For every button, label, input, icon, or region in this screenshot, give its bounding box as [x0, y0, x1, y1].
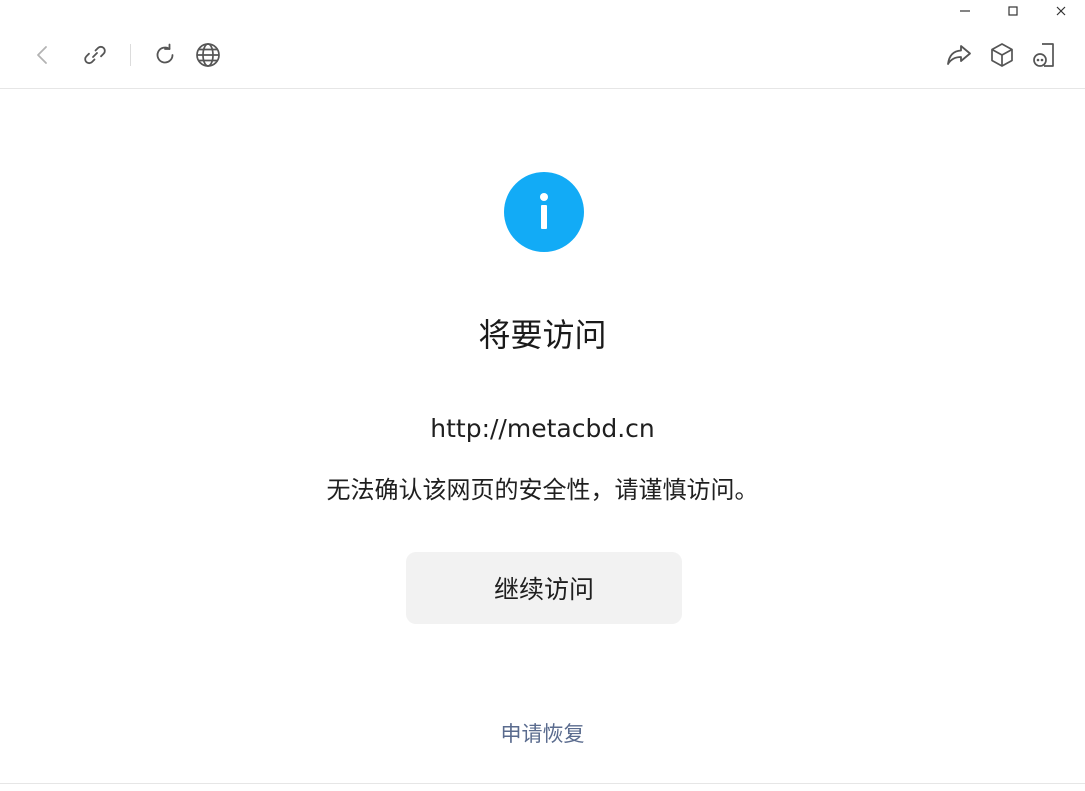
globe-icon: [196, 43, 220, 67]
cube-icon: [991, 43, 1013, 67]
back-button[interactable]: [26, 38, 60, 72]
back-arrow-icon: [37, 46, 47, 64]
browser-window: 将要访问 http://metacbd.cn 无法确认该网页的安全性，请谨慎访问…: [0, 0, 1085, 791]
minimize-icon: [960, 10, 970, 12]
cube-button[interactable]: [985, 38, 1019, 72]
refresh-button[interactable]: [148, 38, 182, 72]
close-button[interactable]: [1037, 0, 1085, 22]
bottom-divider: [0, 783, 1085, 784]
target-url: http://metacbd.cn: [430, 414, 655, 443]
page-title: 将要访问: [478, 316, 607, 354]
security-warning: 无法确认该网页的安全性，请谨慎访问。: [326, 476, 759, 504]
toolbar-separator: [130, 44, 131, 66]
main-content: 将要访问 http://metacbd.cn 无法确认该网页的安全性，请谨慎访问…: [0, 89, 1085, 783]
info-icon: [504, 172, 584, 252]
minimize-button[interactable]: [941, 0, 989, 22]
continue-button[interactable]: 继续访问: [406, 552, 682, 624]
refresh-icon: [156, 43, 174, 64]
link-icon: [84, 45, 106, 65]
share-button[interactable]: [942, 38, 976, 72]
open-in-browser-button[interactable]: [191, 38, 225, 72]
toolbar: [0, 22, 1085, 89]
maximize-icon: [1008, 6, 1018, 16]
copy-link-button[interactable]: [78, 38, 112, 72]
share-icon: [947, 45, 971, 65]
window-controls: [941, 0, 1085, 22]
mini-program-icon: [1033, 43, 1054, 67]
request-restore-link[interactable]: 申请恢复: [0, 718, 1085, 750]
maximize-button[interactable]: [989, 0, 1037, 22]
mini-program-button[interactable]: [1027, 38, 1061, 72]
close-icon: [1056, 6, 1066, 16]
